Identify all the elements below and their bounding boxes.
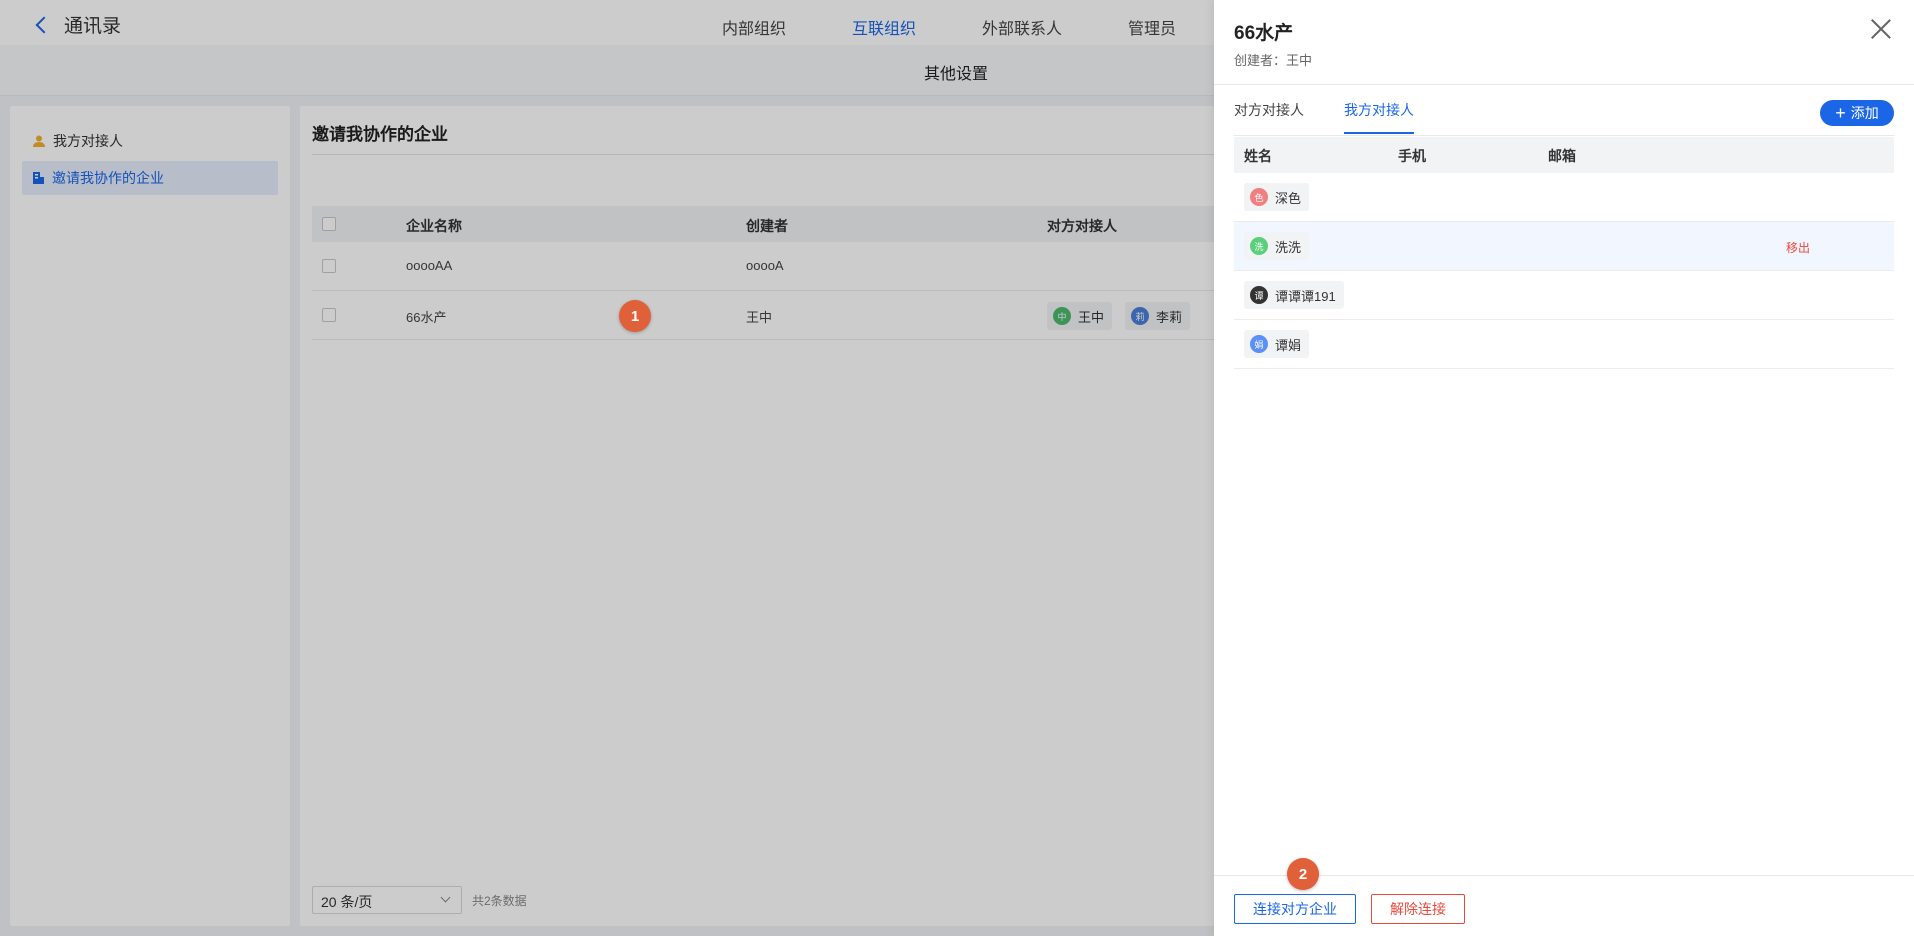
our-contacts-table: 姓名 手机 邮箱 色 深色 洗 洗洗 移出 谭 谭谭谭191 娟 谭娟 — [1234, 137, 1894, 369]
plus-icon: + — [1835, 103, 1846, 123]
table-row[interactable]: 洗 洗洗 移出 — [1234, 222, 1894, 271]
company-detail-drawer: 66水产 创建者：王中 对方对接人 我方对接人 + 添加 姓名 手机 邮箱 色 … — [1214, 0, 1914, 936]
table-row[interactable]: 娟 谭娟 — [1234, 320, 1894, 369]
avatar: 娟 — [1250, 335, 1268, 353]
contact-chip: 谭 谭谭谭191 — [1244, 281, 1344, 309]
contact-name: 深色 — [1275, 190, 1302, 206]
column-phone: 手机 — [1398, 148, 1426, 164]
close-icon[interactable] — [1870, 18, 1892, 40]
drawer-footer-divider — [1214, 875, 1914, 876]
column-name: 姓名 — [1244, 148, 1272, 164]
drawer-tabs: 对方对接人 我方对接人 — [1234, 84, 1894, 136]
column-email: 邮箱 — [1548, 148, 1576, 164]
drawer-title: 66水产 — [1234, 23, 1294, 44]
contact-chip: 洗 洗洗 — [1244, 232, 1310, 260]
annotation-badge-2: 2 — [1287, 858, 1319, 890]
contact-chip: 娟 谭娟 — [1244, 330, 1310, 358]
tab-their-contacts[interactable]: 对方对接人 — [1234, 100, 1304, 134]
contact-name: 洗洗 — [1275, 239, 1302, 255]
contact-name: 谭谭谭191 — [1275, 288, 1336, 304]
contact-name: 谭娟 — [1275, 337, 1302, 353]
connect-company-button[interactable]: 连接对方企业 — [1234, 894, 1356, 924]
drawer-creator: 创建者：王中 — [1234, 53, 1313, 68]
avatar: 谭 — [1250, 286, 1268, 304]
tab-our-contacts[interactable]: 我方对接人 — [1344, 100, 1414, 134]
annotation-badge-1: 1 — [619, 300, 651, 332]
table-header: 姓名 手机 邮箱 — [1234, 137, 1894, 173]
add-contact-button[interactable]: + 添加 — [1820, 100, 1894, 126]
remove-link[interactable]: 移出 — [1786, 239, 1810, 256]
disconnect-button[interactable]: 解除连接 — [1371, 894, 1465, 924]
avatar: 色 — [1250, 188, 1268, 206]
table-row[interactable]: 谭 谭谭谭191 — [1234, 271, 1894, 320]
table-row[interactable]: 色 深色 — [1234, 173, 1894, 222]
add-label: 添加 — [1850, 105, 1879, 121]
contact-chip: 色 深色 — [1244, 183, 1310, 211]
avatar: 洗 — [1250, 237, 1268, 255]
